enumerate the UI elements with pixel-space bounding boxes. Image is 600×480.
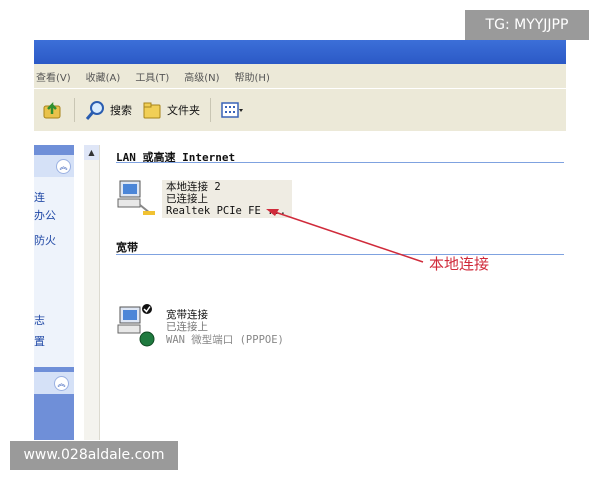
collapse-icon[interactable]: ︽ — [54, 376, 69, 391]
network-connections-window: 查看(V) 收藏(A) 工具(T) 高级(N) 帮助(H) 搜索 文件夹 ︽ 连… — [34, 40, 566, 440]
connections-list: LAN 或高速 Internet 本地连接 2 已连接上 Realtek PCI… — [100, 145, 566, 440]
sidebar-item-settings[interactable]: 置 — [34, 333, 45, 349]
details-panel-header[interactable]: ︽ — [34, 372, 74, 394]
network-connection-icon[interactable] — [116, 179, 156, 219]
annotation-label: 本地连接 — [429, 255, 490, 273]
up-folder-button[interactable] — [42, 99, 64, 121]
sidebar-item-firewall[interactable]: 防火 — [34, 232, 56, 248]
menu-help[interactable]: 帮助(H) — [235, 69, 270, 84]
task-pane: ︽ 连 办公 防火 志 置 ︽ — [34, 145, 74, 440]
toolbar-separator — [210, 98, 211, 122]
menu-bar: 查看(V) 收藏(A) 工具(T) 高级(N) 帮助(H) — [34, 64, 566, 88]
broadband-name: 宽带连接 — [166, 309, 208, 321]
search-label: 搜索 — [110, 104, 132, 117]
group-heading-broadband: 宽带 — [116, 241, 138, 254]
connection-device: Realtek PCIe FE ... — [166, 205, 287, 217]
group-divider — [116, 254, 564, 255]
up-folder-icon — [43, 101, 61, 119]
search-button[interactable]: 搜索 — [85, 99, 132, 121]
connection-status: 已连接上 — [166, 193, 208, 205]
broadband-device: WAN 微型端口 (PPPOE) — [166, 334, 284, 346]
task-panel: ︽ 连 办公 防火 志 置 — [34, 155, 74, 367]
collapse-icon[interactable]: ︽ — [56, 159, 71, 174]
menu-favorites[interactable]: 收藏(A) — [86, 69, 121, 84]
folders-button[interactable]: 文件夹 — [142, 99, 200, 121]
sidebar-item-log[interactable]: 志 — [34, 312, 45, 328]
broadband-connection-icon[interactable] — [116, 303, 156, 347]
group-divider — [116, 162, 564, 163]
menu-tools[interactable]: 工具(T) — [135, 69, 169, 84]
folders-label: 文件夹 — [167, 104, 200, 117]
views-icon — [221, 102, 243, 118]
watermark-bottom-left: www.028aldale.com — [10, 441, 178, 470]
sidebar-item-connect[interactable]: 连 — [34, 189, 45, 205]
toolbar: 搜索 文件夹 — [34, 88, 566, 132]
menu-view[interactable]: 查看(V) — [36, 69, 71, 84]
spacer — [34, 131, 566, 145]
task-panel-header[interactable]: ︽ — [34, 155, 74, 177]
folders-icon — [143, 102, 161, 119]
search-icon — [85, 101, 104, 120]
connection-name: 本地连接 2 — [166, 181, 221, 193]
views-button[interactable] — [221, 100, 243, 120]
broadband-status: 已连接上 — [166, 321, 208, 333]
menu-advanced[interactable]: 高级(N) — [184, 69, 219, 84]
watermark-top-right: TG: MYYJJPP — [465, 10, 589, 40]
toolbar-separator — [74, 98, 75, 122]
scrollbar[interactable]: ▲ — [84, 145, 100, 440]
scroll-up-icon[interactable]: ▲ — [84, 145, 99, 160]
title-bar — [34, 40, 566, 64]
sidebar-item-office[interactable]: 办公 — [34, 207, 56, 223]
